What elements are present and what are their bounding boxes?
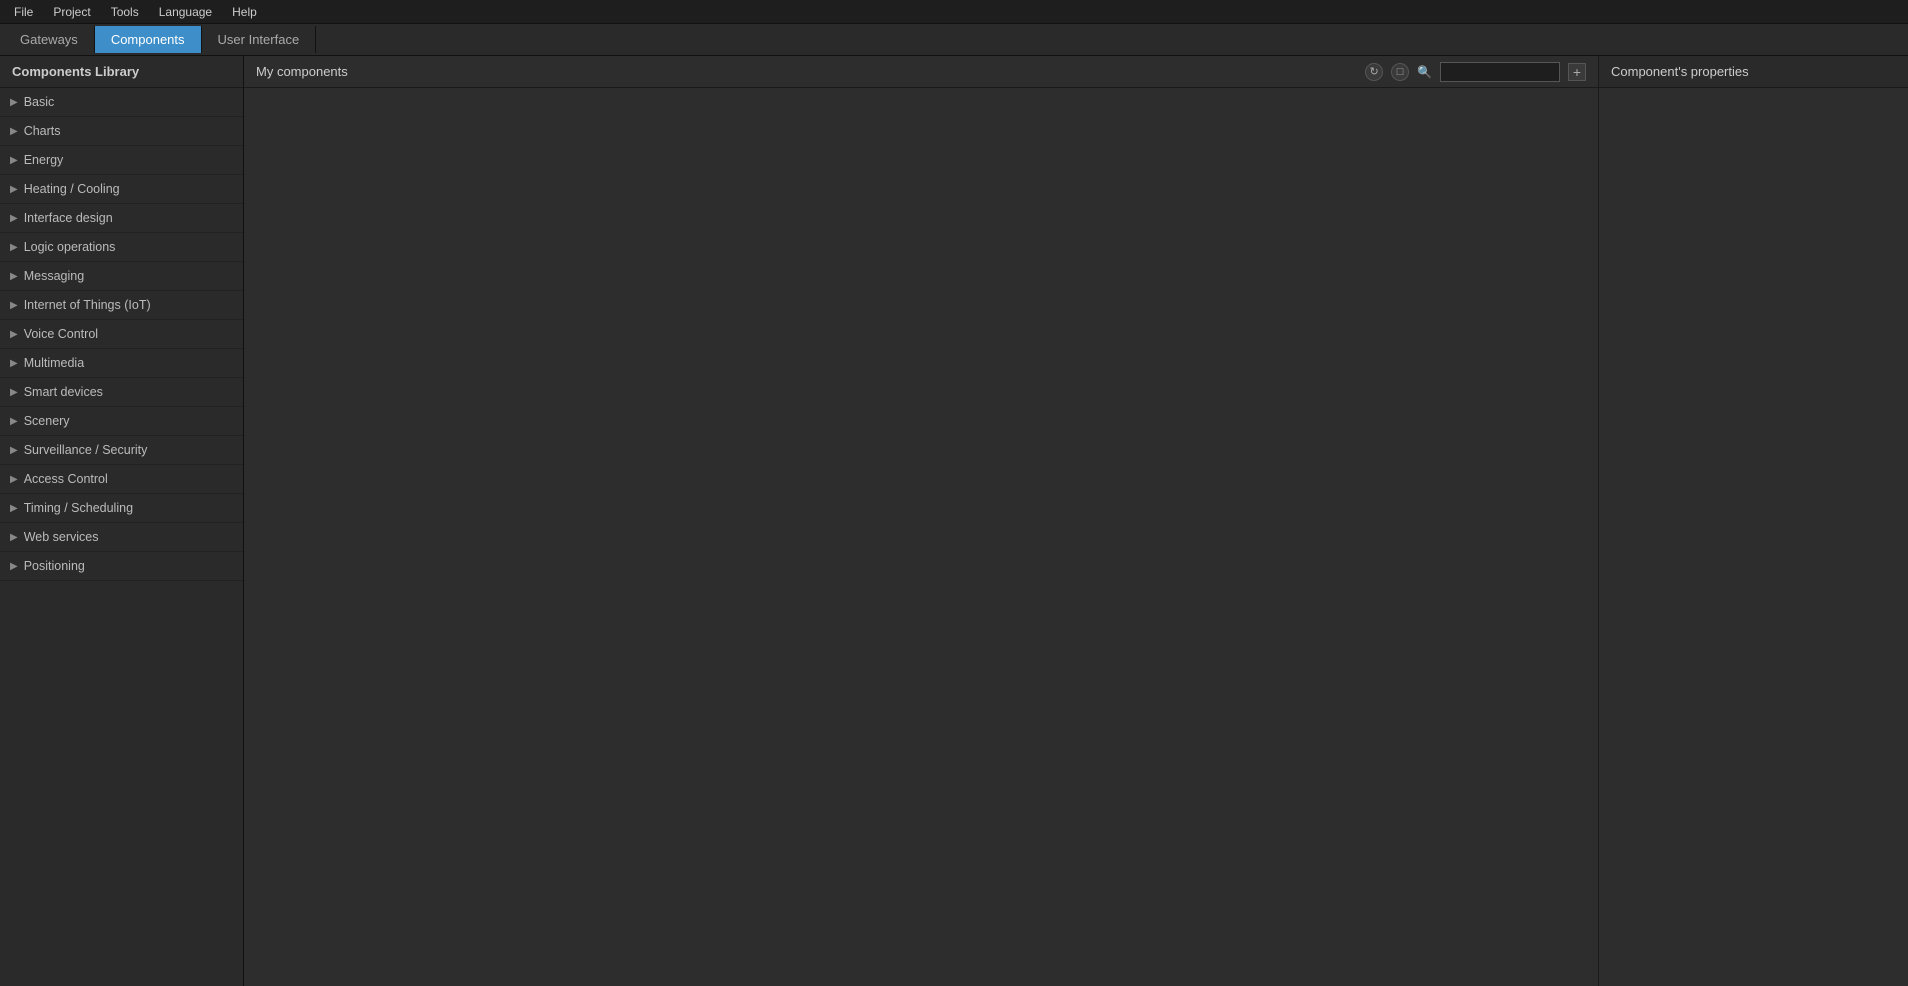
sidebar-item-interface-design[interactable]: ▶ Interface design — [0, 204, 243, 233]
sidebar-item-smart-devices-chevron-icon: ▶ — [10, 387, 18, 398]
menubar: FileProjectToolsLanguageHelp — [0, 0, 1908, 24]
center-title: My components — [256, 64, 1357, 79]
tools-menu[interactable]: Tools — [101, 3, 149, 21]
sidebar-item-energy-chevron-icon: ▶ — [10, 155, 18, 166]
sidebar: Components Library ▶Basic▶Charts▶Energy▶… — [0, 56, 244, 986]
sidebar-item-voice-control-label: Voice Control — [24, 327, 98, 341]
sidebar-item-charts-chevron-icon: ▶ — [10, 126, 18, 137]
search-icon: 🔍 — [1417, 65, 1432, 79]
tab-components[interactable]: Components — [95, 26, 202, 53]
search-input[interactable] — [1440, 62, 1560, 82]
sidebar-item-energy[interactable]: ▶ Energy — [0, 146, 243, 175]
sidebar-item-positioning[interactable]: ▶ Positioning — [0, 552, 243, 581]
sidebar-item-voice-control-chevron-icon: ▶ — [10, 329, 18, 340]
main-layout: Components Library ▶Basic▶Charts▶Energy▶… — [0, 56, 1908, 986]
sidebar-item-logic-operations-chevron-icon: ▶ — [10, 242, 18, 253]
sidebar-title: Components Library — [0, 56, 243, 88]
right-panel: Component's properties — [1598, 56, 1908, 986]
sidebar-item-messaging-label: Messaging — [24, 269, 84, 283]
help-menu[interactable]: Help — [222, 3, 267, 21]
sidebar-item-iot-label: Internet of Things (IoT) — [24, 298, 151, 312]
sidebar-item-multimedia-label: Multimedia — [24, 356, 84, 370]
sidebar-item-multimedia[interactable]: ▶ Multimedia — [0, 349, 243, 378]
sidebar-item-timing-scheduling[interactable]: ▶ Timing / Scheduling — [0, 494, 243, 523]
sidebar-item-iot[interactable]: ▶ Internet of Things (IoT) — [0, 291, 243, 320]
sidebar-item-energy-label: Energy — [24, 153, 64, 167]
language-menu[interactable]: Language — [149, 3, 222, 21]
sidebar-item-basic-chevron-icon: ▶ — [10, 97, 18, 108]
sidebar-item-basic[interactable]: ▶ Basic — [0, 88, 243, 117]
sidebar-item-surveillance-security[interactable]: ▶ Surveillance / Security — [0, 436, 243, 465]
sidebar-item-charts-label: Charts — [24, 124, 61, 138]
sidebar-item-surveillance-security-label: Surveillance / Security — [24, 443, 148, 457]
sidebar-item-smart-devices-label: Smart devices — [24, 385, 103, 399]
sidebar-item-timing-scheduling-chevron-icon: ▶ — [10, 503, 18, 514]
right-panel-title: Component's properties — [1599, 56, 1908, 88]
sidebar-item-logic-operations[interactable]: ▶ Logic operations — [0, 233, 243, 262]
sidebar-item-smart-devices[interactable]: ▶ Smart devices — [0, 378, 243, 407]
file-menu[interactable]: File — [4, 3, 43, 21]
sidebar-item-scenery-label: Scenery — [24, 414, 70, 428]
tab-gateways[interactable]: Gateways — [4, 26, 95, 53]
center-header: My components ↻ □ 🔍 + — [244, 56, 1598, 88]
center-panel: My components ↻ □ 🔍 + — [244, 56, 1598, 986]
sidebar-item-basic-label: Basic — [24, 95, 55, 109]
sidebar-item-interface-design-label: Interface design — [24, 211, 113, 225]
sidebar-item-heating-cooling[interactable]: ▶ Heating / Cooling — [0, 175, 243, 204]
sidebar-item-scenery[interactable]: ▶ Scenery — [0, 407, 243, 436]
sidebar-item-access-control[interactable]: ▶ Access Control — [0, 465, 243, 494]
sidebar-item-access-control-label: Access Control — [24, 472, 108, 486]
sidebar-item-web-services-chevron-icon: ▶ — [10, 532, 18, 543]
sidebar-item-timing-scheduling-label: Timing / Scheduling — [24, 501, 133, 515]
tab-user-interface[interactable]: User Interface — [202, 26, 317, 53]
sidebar-item-charts[interactable]: ▶ Charts — [0, 117, 243, 146]
sidebar-item-interface-design-chevron-icon: ▶ — [10, 213, 18, 224]
sidebar-item-logic-operations-label: Logic operations — [24, 240, 116, 254]
sidebar-item-positioning-chevron-icon: ▶ — [10, 561, 18, 572]
sidebar-item-heating-cooling-label: Heating / Cooling — [24, 182, 120, 196]
center-body — [244, 88, 1598, 986]
tabbar: GatewaysComponentsUser Interface — [0, 24, 1908, 56]
close-button[interactable]: □ — [1391, 63, 1409, 81]
project-menu[interactable]: Project — [43, 3, 100, 21]
sidebar-item-scenery-chevron-icon: ▶ — [10, 416, 18, 427]
sidebar-item-surveillance-security-chevron-icon: ▶ — [10, 445, 18, 456]
sidebar-item-positioning-label: Positioning — [24, 559, 85, 573]
sidebar-item-web-services-label: Web services — [24, 530, 99, 544]
sidebar-item-web-services[interactable]: ▶ Web services — [0, 523, 243, 552]
sidebar-item-multimedia-chevron-icon: ▶ — [10, 358, 18, 369]
add-button[interactable]: + — [1568, 63, 1586, 81]
sidebar-item-iot-chevron-icon: ▶ — [10, 300, 18, 311]
sidebar-item-messaging-chevron-icon: ▶ — [10, 271, 18, 282]
sidebar-item-access-control-chevron-icon: ▶ — [10, 474, 18, 485]
sidebar-item-heating-cooling-chevron-icon: ▶ — [10, 184, 18, 195]
refresh-button[interactable]: ↻ — [1365, 63, 1383, 81]
sidebar-item-voice-control[interactable]: ▶ Voice Control — [0, 320, 243, 349]
sidebar-item-messaging[interactable]: ▶ Messaging — [0, 262, 243, 291]
